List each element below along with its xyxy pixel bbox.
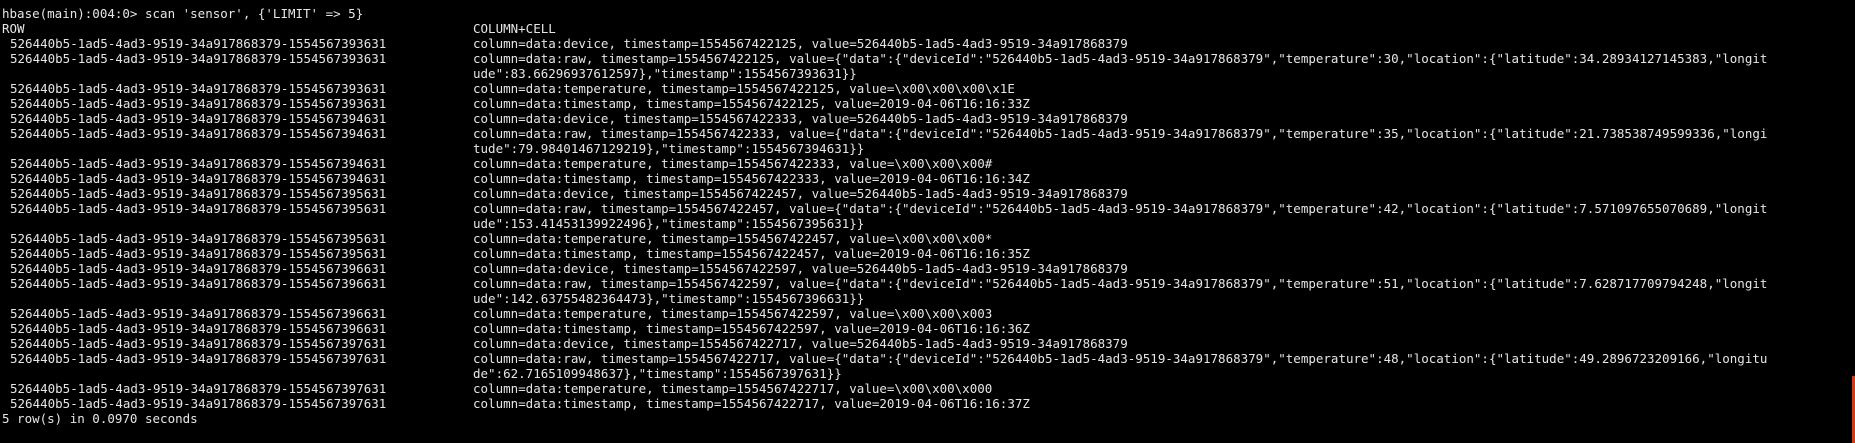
result-line: 526440b5-1ad5-4ad3-9519-34a917868379-155… xyxy=(2,111,1855,126)
result-line: 526440b5-1ad5-4ad3-9519-34a917868379-155… xyxy=(2,276,1855,291)
cell-value: column=data:raw, timestamp=1554567422333… xyxy=(473,126,1768,141)
cell-value: column=data:timestamp, timestamp=1554567… xyxy=(473,321,1030,336)
cell-value: column=data:raw, timestamp=1554567422457… xyxy=(473,201,1768,216)
result-line: 526440b5-1ad5-4ad3-9519-34a917868379-155… xyxy=(2,321,1855,336)
cell-value: tude":79.98401467129219},"timestamp":155… xyxy=(473,141,865,156)
row-key: 526440b5-1ad5-4ad3-9519-34a917868379-155… xyxy=(10,306,387,321)
cell-value: column=data:temperature, timestamp=15545… xyxy=(473,156,993,171)
result-line: 526440b5-1ad5-4ad3-9519-34a917868379-155… xyxy=(2,201,1855,216)
result-header: ROW COLUMN+CELL xyxy=(2,21,1855,36)
row-key: 526440b5-1ad5-4ad3-9519-34a917868379-155… xyxy=(10,246,387,261)
cell-value: column=data:device, timestamp=1554567422… xyxy=(473,36,1128,51)
result-line: 526440b5-1ad5-4ad3-9519-34a917868379-155… xyxy=(2,186,1855,201)
row-key: 526440b5-1ad5-4ad3-9519-34a917868379-155… xyxy=(10,36,387,51)
result-line: 526440b5-1ad5-4ad3-9519-34a917868379-155… xyxy=(2,381,1855,396)
cell-value: column=data:raw, timestamp=1554567422125… xyxy=(473,51,1768,66)
cell-value: column=data:raw, timestamp=1554567422597… xyxy=(473,276,1768,291)
row-column-header: ROW xyxy=(2,21,25,36)
result-lines: 526440b5-1ad5-4ad3-9519-34a917868379-155… xyxy=(2,36,1855,411)
column-cell-header: COLUMN+CELL xyxy=(473,21,556,36)
row-key: 526440b5-1ad5-4ad3-9519-34a917868379-155… xyxy=(10,186,387,201)
cell-value: column=data:raw, timestamp=1554567422717… xyxy=(473,351,1768,366)
result-line: 526440b5-1ad5-4ad3-9519-34a917868379-155… xyxy=(2,126,1855,141)
cell-value: column=data:timestamp, timestamp=1554567… xyxy=(473,246,1030,261)
cell-value: column=data:timestamp, timestamp=1554567… xyxy=(473,396,1030,411)
result-line: 526440b5-1ad5-4ad3-9519-34a917868379-155… xyxy=(2,96,1855,111)
cell-value: column=data:temperature, timestamp=15545… xyxy=(473,306,993,321)
result-line: 526440b5-1ad5-4ad3-9519-34a917868379-155… xyxy=(2,336,1855,351)
cell-value: de":62.7165109948637},"timestamp":155456… xyxy=(473,366,842,381)
cell-value: column=data:device, timestamp=1554567422… xyxy=(473,186,1128,201)
row-key: 526440b5-1ad5-4ad3-9519-34a917868379-155… xyxy=(10,96,387,111)
row-key: 526440b5-1ad5-4ad3-9519-34a917868379-155… xyxy=(10,81,387,96)
row-key: 526440b5-1ad5-4ad3-9519-34a917868379-155… xyxy=(10,336,387,351)
row-key: 526440b5-1ad5-4ad3-9519-34a917868379-155… xyxy=(10,276,387,291)
result-line: 526440b5-1ad5-4ad3-9519-34a917868379-155… xyxy=(2,171,1855,186)
result-line: 526440b5-1ad5-4ad3-9519-34a917868379-155… xyxy=(2,51,1855,66)
result-line: 526440b5-1ad5-4ad3-9519-34a917868379-155… xyxy=(2,156,1855,171)
cell-value: ude":153.41453139922496},"timestamp":155… xyxy=(473,216,865,231)
result-line: 526440b5-1ad5-4ad3-9519-34a917868379-155… xyxy=(2,246,1855,261)
terminal-window[interactable]: hbase(main):004:0> scan 'sensor', {'LIMI… xyxy=(0,0,1855,443)
cell-value: column=data:timestamp, timestamp=1554567… xyxy=(473,171,1030,186)
result-line: 526440b5-1ad5-4ad3-9519-34a917868379-155… xyxy=(2,231,1855,246)
command-prompt: hbase(main):004:0> scan 'sensor', {'LIMI… xyxy=(2,6,364,21)
result-line: ude":83.66296937612597},"timestamp":1554… xyxy=(2,66,1855,81)
row-key: 526440b5-1ad5-4ad3-9519-34a917868379-155… xyxy=(10,396,387,411)
row-key: 526440b5-1ad5-4ad3-9519-34a917868379-155… xyxy=(10,171,387,186)
cell-value: column=data:temperature, timestamp=15545… xyxy=(473,81,1015,96)
result-line: ude":142.63755482364473},"timestamp":155… xyxy=(2,291,1855,306)
result-line: de":62.7165109948637},"timestamp":155456… xyxy=(2,366,1855,381)
cell-value: ude":83.66296937612597},"timestamp":1554… xyxy=(473,66,857,81)
row-key: 526440b5-1ad5-4ad3-9519-34a917868379-155… xyxy=(10,126,387,141)
row-key: 526440b5-1ad5-4ad3-9519-34a917868379-155… xyxy=(10,111,387,126)
cell-value: column=data:device, timestamp=1554567422… xyxy=(473,261,1128,276)
result-line: ude":153.41453139922496},"timestamp":155… xyxy=(2,216,1855,231)
row-key: 526440b5-1ad5-4ad3-9519-34a917868379-155… xyxy=(10,381,387,396)
row-key: 526440b5-1ad5-4ad3-9519-34a917868379-155… xyxy=(10,51,387,66)
result-line: 526440b5-1ad5-4ad3-9519-34a917868379-155… xyxy=(2,396,1855,411)
cell-value: column=data:timestamp, timestamp=1554567… xyxy=(473,96,1030,111)
row-key: 526440b5-1ad5-4ad3-9519-34a917868379-155… xyxy=(10,156,387,171)
row-key: 526440b5-1ad5-4ad3-9519-34a917868379-155… xyxy=(10,321,387,336)
result-summary: 5 row(s) in 0.0970 seconds xyxy=(2,411,198,426)
cell-value: ude":142.63755482364473},"timestamp":155… xyxy=(473,291,865,306)
result-line: tude":79.98401467129219},"timestamp":155… xyxy=(2,141,1855,156)
cell-value: column=data:temperature, timestamp=15545… xyxy=(473,231,993,246)
row-key: 526440b5-1ad5-4ad3-9519-34a917868379-155… xyxy=(10,351,387,366)
row-key: 526440b5-1ad5-4ad3-9519-34a917868379-155… xyxy=(10,261,387,276)
row-key: 526440b5-1ad5-4ad3-9519-34a917868379-155… xyxy=(10,201,387,216)
row-key: 526440b5-1ad5-4ad3-9519-34a917868379-155… xyxy=(10,231,387,246)
cell-value: column=data:device, timestamp=1554567422… xyxy=(473,336,1128,351)
result-line: 526440b5-1ad5-4ad3-9519-34a917868379-155… xyxy=(2,351,1855,366)
result-line: 526440b5-1ad5-4ad3-9519-34a917868379-155… xyxy=(2,81,1855,96)
result-line: 526440b5-1ad5-4ad3-9519-34a917868379-155… xyxy=(2,261,1855,276)
result-line: 526440b5-1ad5-4ad3-9519-34a917868379-155… xyxy=(2,306,1855,321)
cell-value: column=data:device, timestamp=1554567422… xyxy=(473,111,1128,126)
cell-value: column=data:temperature, timestamp=15545… xyxy=(473,381,993,396)
result-line: 526440b5-1ad5-4ad3-9519-34a917868379-155… xyxy=(2,36,1855,51)
